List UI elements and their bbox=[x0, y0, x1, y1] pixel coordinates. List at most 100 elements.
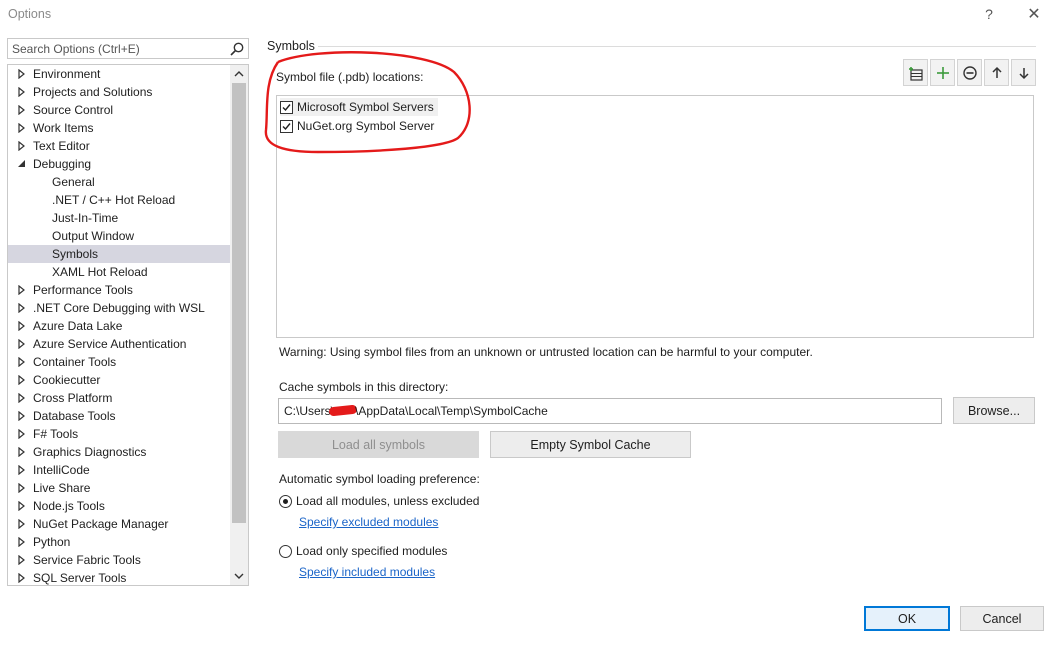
options-tree[interactable]: Environment Projects and Solutions Source … bbox=[7, 64, 249, 586]
move-down-button[interactable] bbox=[1011, 59, 1036, 86]
section-divider bbox=[318, 46, 1036, 47]
collapsed-arrow-icon[interactable] bbox=[17, 483, 27, 493]
tree-item[interactable]: Environment bbox=[8, 65, 230, 83]
tree-item[interactable]: NuGet Package Manager bbox=[8, 515, 230, 533]
tree-item-label: SQL Server Tools bbox=[33, 571, 127, 585]
collapsed-arrow-icon[interactable] bbox=[17, 105, 27, 115]
tree-item[interactable]: Azure Service Authentication bbox=[8, 335, 230, 353]
tree-item-label: F# Tools bbox=[33, 427, 79, 441]
collapsed-arrow-icon[interactable] bbox=[17, 339, 27, 349]
collapsed-arrow-icon[interactable] bbox=[17, 123, 27, 133]
search-icon[interactable] bbox=[229, 41, 245, 57]
collapsed-arrow-icon[interactable] bbox=[17, 573, 27, 583]
tree-item[interactable]: Database Tools bbox=[8, 407, 230, 425]
tree-item[interactable]: Output Window bbox=[8, 227, 230, 245]
load-all-symbols-button[interactable]: Load all symbols bbox=[278, 431, 479, 458]
collapsed-arrow-icon[interactable] bbox=[17, 357, 27, 367]
tree-item[interactable]: Projects and Solutions bbox=[8, 83, 230, 101]
collapsed-arrow-icon[interactable] bbox=[17, 465, 27, 475]
tree-item-label: Azure Service Authentication bbox=[33, 337, 187, 351]
collapsed-arrow-icon[interactable] bbox=[17, 501, 27, 511]
collapsed-arrow-icon[interactable] bbox=[17, 537, 27, 547]
tree-item[interactable]: Source Control bbox=[8, 101, 230, 119]
collapsed-arrow-icon[interactable] bbox=[17, 141, 27, 151]
radio-load-all-modules[interactable]: Load all modules, unless excluded bbox=[279, 494, 479, 508]
scroll-down-icon[interactable] bbox=[230, 568, 248, 585]
checkbox-nuget-symbol-server[interactable] bbox=[280, 119, 293, 133]
checkmark-icon bbox=[282, 103, 291, 111]
collapsed-arrow-icon[interactable] bbox=[17, 69, 27, 79]
specify-excluded-modules-link[interactable]: Specify excluded modules bbox=[299, 515, 438, 529]
remove-location-button[interactable] bbox=[957, 59, 982, 86]
empty-symbol-cache-button[interactable]: Empty Symbol Cache bbox=[490, 431, 691, 458]
checkbox-microsoft-symbol-servers[interactable] bbox=[280, 100, 293, 114]
section-title: Symbols bbox=[267, 39, 315, 53]
tree-item-label: Source Control bbox=[33, 103, 114, 117]
tree-item[interactable]: Symbols bbox=[8, 245, 230, 263]
collapsed-arrow-icon[interactable] bbox=[17, 87, 27, 97]
tree-item[interactable]: F# Tools bbox=[8, 425, 230, 443]
add-location-button[interactable] bbox=[930, 59, 955, 86]
cancel-button[interactable]: Cancel bbox=[960, 606, 1044, 631]
tree-item[interactable]: Live Share bbox=[8, 479, 230, 497]
collapsed-arrow-icon[interactable] bbox=[17, 447, 27, 457]
tree-item[interactable]: Service Fabric Tools bbox=[8, 551, 230, 569]
tree-item[interactable]: Node.js Tools bbox=[8, 497, 230, 515]
radio-button[interactable] bbox=[279, 544, 292, 558]
tree-item-label: .NET Core Debugging with WSL bbox=[33, 301, 205, 315]
symbol-toolbar bbox=[903, 59, 1036, 87]
arrow-up-icon bbox=[991, 66, 1002, 78]
symbol-locations-list[interactable]: Microsoft Symbol Servers NuGet.org Symbo… bbox=[276, 95, 1034, 338]
move-up-button[interactable] bbox=[984, 59, 1009, 86]
ok-button[interactable]: OK bbox=[864, 606, 950, 631]
tree-item[interactable]: XAML Hot Reload bbox=[8, 263, 230, 281]
tree-item[interactable]: Just-In-Time bbox=[8, 209, 230, 227]
collapsed-arrow-icon[interactable] bbox=[17, 285, 27, 295]
tree-item[interactable]: .NET / C++ Hot Reload bbox=[8, 191, 230, 209]
collapsed-arrow-icon[interactable] bbox=[17, 429, 27, 439]
collapsed-arrow-icon[interactable] bbox=[17, 393, 27, 403]
cache-directory-input[interactable]: C:\Users\ \AppData\Local\Temp\SymbolCach… bbox=[278, 398, 942, 424]
tree-item[interactable]: Work Items bbox=[8, 119, 230, 137]
browse-button[interactable]: Browse... bbox=[953, 397, 1035, 424]
tree-item[interactable]: Azure Data Lake bbox=[8, 317, 230, 335]
specify-included-modules-link[interactable]: Specify included modules bbox=[299, 565, 435, 579]
radio-button-selected[interactable] bbox=[279, 494, 292, 508]
search-box[interactable] bbox=[7, 38, 249, 59]
radio-load-specified-modules[interactable]: Load only specified modules bbox=[279, 544, 447, 558]
tree-item[interactable]: Text Editor bbox=[8, 137, 230, 155]
tree-item[interactable]: IntelliCode bbox=[8, 461, 230, 479]
tree-item[interactable]: Cross Platform bbox=[8, 389, 230, 407]
search-input[interactable] bbox=[8, 39, 226, 58]
collapsed-arrow-icon[interactable] bbox=[17, 411, 27, 421]
scroll-thumb[interactable] bbox=[232, 83, 246, 523]
tree-item-label: Text Editor bbox=[33, 139, 90, 153]
tree-item[interactable]: Python bbox=[8, 533, 230, 551]
cache-path-prefix: C:\Users\ bbox=[284, 404, 335, 418]
collapsed-arrow-icon[interactable] bbox=[17, 555, 27, 565]
tree-item[interactable]: Performance Tools bbox=[8, 281, 230, 299]
tree-item-label: Container Tools bbox=[33, 355, 117, 369]
tree-item[interactable]: Cookiecutter bbox=[8, 371, 230, 389]
tree-item[interactable]: SQL Server Tools bbox=[8, 569, 230, 585]
close-button[interactable]: ✕ bbox=[1021, 3, 1047, 25]
tree-item[interactable]: Graphics Diagnostics bbox=[8, 443, 230, 461]
symbol-locations-label: Symbol file (.pdb) locations: bbox=[276, 70, 424, 84]
tree-item[interactable]: General bbox=[8, 173, 230, 191]
tree-scrollbar[interactable] bbox=[230, 65, 248, 585]
scroll-up-icon[interactable] bbox=[230, 65, 248, 82]
symbol-location-item[interactable]: Microsoft Symbol Servers bbox=[280, 98, 438, 116]
tree-item[interactable]: Debugging bbox=[8, 155, 230, 173]
collapsed-arrow-icon[interactable] bbox=[17, 375, 27, 385]
tree-item[interactable]: .NET Core Debugging with WSL bbox=[8, 299, 230, 317]
expanded-arrow-icon[interactable] bbox=[17, 159, 27, 169]
collapsed-arrow-icon[interactable] bbox=[17, 321, 27, 331]
help-button[interactable]: ? bbox=[976, 3, 1002, 25]
add-symbol-server-list-button[interactable] bbox=[903, 59, 928, 86]
symbol-location-item[interactable]: NuGet.org Symbol Server bbox=[280, 117, 434, 135]
collapsed-arrow-icon[interactable] bbox=[17, 303, 27, 313]
checkmark-icon bbox=[282, 122, 291, 130]
tree-item-label: Just-In-Time bbox=[52, 211, 119, 225]
tree-item[interactable]: Container Tools bbox=[8, 353, 230, 371]
collapsed-arrow-icon[interactable] bbox=[17, 519, 27, 529]
